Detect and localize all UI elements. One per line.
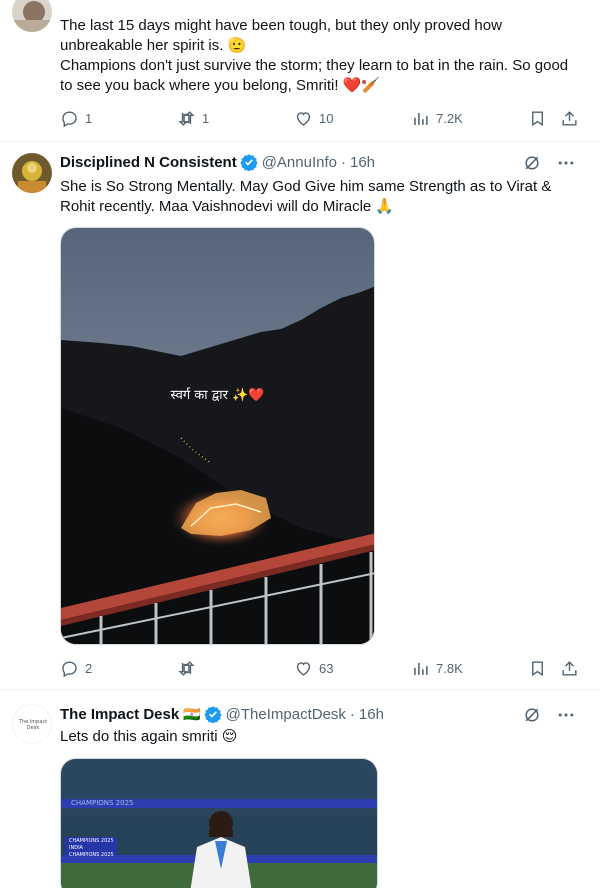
share-button[interactable] — [560, 106, 579, 130]
tweet[interactable]: The last 15 days might have been tough, … — [0, 0, 600, 142]
like-button[interactable]: 10 — [294, 106, 333, 130]
views-chart-icon — [414, 112, 428, 125]
views-button[interactable]: 7.8K — [411, 656, 463, 680]
share-icon — [562, 660, 577, 676]
bookmark-button[interactable] — [528, 656, 547, 680]
like-count: 63 — [319, 660, 334, 676]
stadium-photo — [61, 759, 377, 888]
tweet[interactable]: Disciplined N Consistent @AnnuInfo · 16h… — [0, 142, 600, 690]
heart-icon — [296, 661, 311, 676]
tweet-text-line: The last 15 days might have been tough, … — [60, 17, 502, 54]
tweet-actions: 1 1 10 7.2K — [60, 106, 584, 130]
tweet-actions: 2 63 7.8K — [60, 656, 584, 680]
tweet[interactable]: The Impact Desk The Impact Desk 🇮🇳 @TheI… — [0, 690, 600, 888]
banner-text: CHAMPIONS 2025 — [71, 799, 134, 807]
temple-night-photo — [61, 228, 374, 644]
separator-dot: · — [349, 705, 355, 723]
handle[interactable]: @TheImpactDesk — [226, 706, 346, 723]
avatar-logo-text: The Impact Desk — [18, 719, 48, 731]
grok-icon[interactable] — [522, 705, 542, 725]
repost-button[interactable] — [177, 656, 202, 680]
display-name[interactable]: Disciplined N Consistent — [60, 154, 237, 171]
repost-button[interactable]: 1 — [177, 106, 209, 130]
tweet-image[interactable]: CHAMPIONS 2025 CHAMPIONS 2025 INDIA CHAM… — [60, 758, 378, 888]
repost-icon — [178, 110, 195, 126]
display-name[interactable]: The Impact Desk — [60, 706, 179, 723]
like-button[interactable]: 63 — [294, 656, 333, 680]
reply-button[interactable]: 1 — [60, 106, 92, 130]
views-button[interactable]: 7.2K — [411, 106, 463, 130]
tweet-text: She is So Strong Mentally. May God Give … — [60, 178, 552, 215]
separator-dot: · — [340, 153, 346, 171]
board-text: CHAMPIONS 2025 — [69, 838, 114, 844]
reply-count: 2 — [85, 660, 93, 676]
handle[interactable]: @AnnuInfo — [262, 154, 337, 171]
share-icon — [562, 110, 577, 126]
verified-badge-icon — [203, 706, 222, 723]
views-count: 7.8K — [436, 660, 463, 676]
bookmark-button[interactable] — [528, 106, 547, 130]
bookmark-icon — [532, 660, 543, 676]
tweet-top-actions — [522, 153, 576, 173]
avatar[interactable] — [12, 153, 52, 193]
more-options-icon[interactable] — [556, 153, 576, 173]
grok-icon[interactable] — [522, 153, 542, 173]
bookmark-icon — [532, 110, 543, 126]
profile-photo-icon — [12, 0, 52, 32]
tweet-image[interactable]: स्वर्ग का द्वार ✨❤️ — [60, 227, 375, 645]
timestamp[interactable]: 16h — [359, 706, 384, 723]
profile-photo-icon — [12, 153, 52, 193]
tweet-header: The Impact Desk 🇮🇳 @TheImpactDesk · 16h — [60, 703, 384, 725]
reply-count: 1 — [85, 110, 93, 126]
views-chart-icon — [414, 662, 428, 675]
tweet-top-actions — [522, 705, 576, 725]
reply-button[interactable]: 2 — [60, 656, 92, 680]
tweet-text: Lets do this again smriti 😌 — [60, 728, 238, 745]
more-options-icon[interactable] — [556, 705, 576, 725]
timestamp[interactable]: 16h — [350, 154, 375, 171]
tweet-text: The last 15 days might have been tough, … — [60, 16, 580, 96]
reply-icon — [62, 110, 77, 127]
image-overlay-text: स्वर्ग का द्वार ✨❤️ — [170, 388, 265, 403]
like-count: 10 — [319, 110, 334, 126]
board-text: CHAMPIONS 2025 — [69, 852, 114, 858]
board-text: INDIA — [69, 845, 83, 851]
india-flag-icon: 🇮🇳 — [183, 705, 201, 722]
heart-icon — [296, 111, 311, 126]
repost-icon — [178, 660, 195, 676]
repost-count: 1 — [202, 110, 210, 126]
share-button[interactable] — [560, 656, 579, 680]
avatar[interactable]: The Impact Desk — [12, 704, 52, 744]
advertising-board: CHAMPIONS 2025 INDIA CHAMPIONS 2025 — [69, 838, 114, 859]
views-count: 7.2K — [436, 110, 463, 126]
tweet-header: Disciplined N Consistent @AnnuInfo · 16h — [60, 151, 375, 173]
tweet-text-line: Champions don't just survive the storm; … — [60, 57, 569, 94]
avatar[interactable] — [12, 0, 52, 32]
reply-icon — [62, 660, 77, 677]
verified-badge-icon — [240, 154, 258, 171]
